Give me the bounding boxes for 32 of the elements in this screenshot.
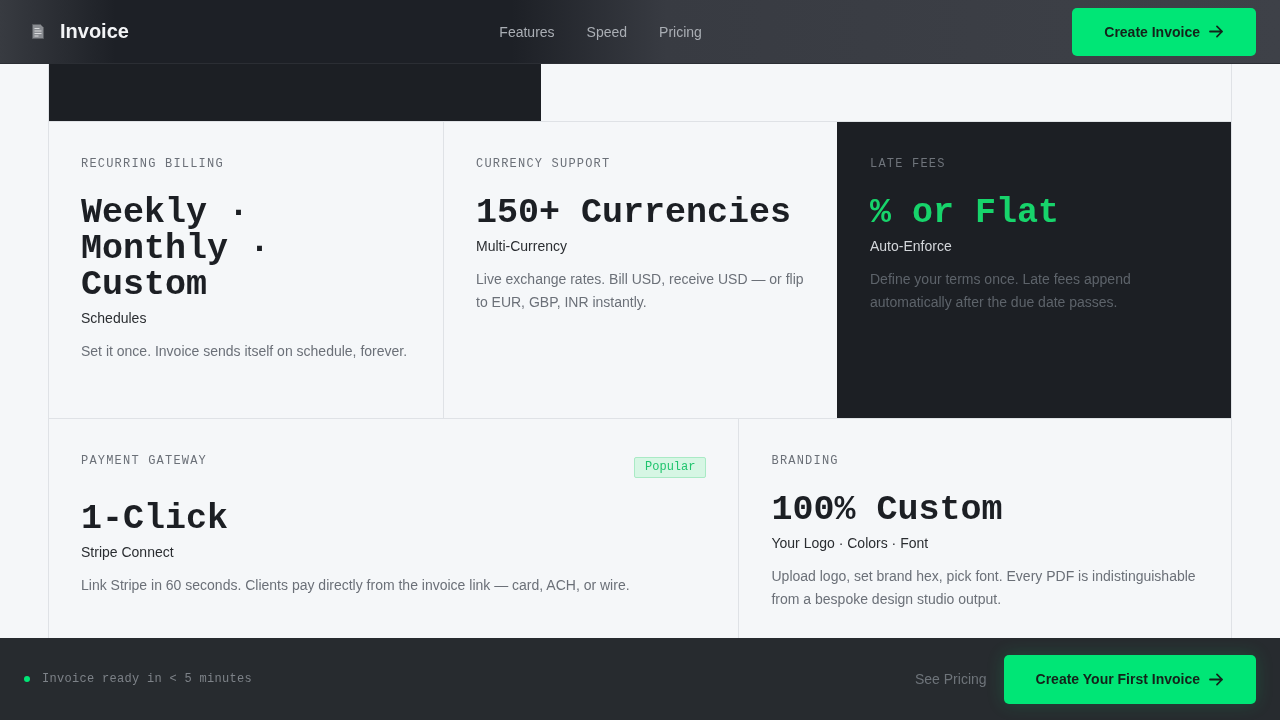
feature-subtitle: Schedules (81, 309, 148, 328)
feature-subtitle: Multi-Currency (476, 237, 568, 256)
nav-link[interactable]: Pricing (659, 23, 702, 40)
feature-description: Set it once. Invoice sends itself on schedule, forever. (81, 342, 409, 361)
feature-title: % or Flat (870, 195, 1061, 231)
feature-description: Live exchange rates. Bill USD, receive USD — or flip to EUR, GBP, INR instantly. (476, 270, 805, 312)
feature-label: CURRENCY SUPPORT (476, 156, 611, 172)
arrow-icon (1209, 25, 1224, 38)
status-dot-icon (24, 676, 30, 682)
tag-badge: Popular (634, 457, 707, 478)
feature-label: RECURRING BILLING (81, 156, 224, 172)
document-icon (32, 24, 44, 39)
feature-description: Define your terms once. Late fees append automatically after the due date passes. (870, 270, 1132, 312)
feature-title: 100% Custom (771, 492, 1004, 528)
feature-label: LATE FEES (870, 156, 946, 172)
feature-label: PAYMENT GATEWAY (81, 453, 208, 469)
status-text: Invoice ready in < 5 minutes (42, 672, 253, 686)
feature-title: 1-Click (81, 501, 230, 537)
feature-description: Link Stripe in 60 seconds. Clients pay directly from the invoice link — card, ACH, or wire. (81, 576, 631, 595)
brand-name[interactable]: Invoice (60, 20, 129, 43)
feature-description: Upload logo, set brand hex, pick font. Every PDF is indistinguishable from a bespoke design studio output. (771, 567, 1197, 609)
create-invoice-button[interactable]: Create Invoice (1072, 7, 1256, 56)
nav-link[interactable]: Features (499, 23, 555, 40)
nav-link[interactable]: Speed (586, 23, 628, 40)
feature-subtitle: Stripe Connect (81, 543, 175, 562)
arrow-icon (1209, 672, 1224, 686)
feature-title: 150+ Currencies (476, 195, 793, 231)
feature-title: Weekly · Monthly · Custom (81, 195, 272, 303)
feature-subtitle: Auto-Enforce (870, 237, 953, 256)
create-first-invoice-button[interactable]: Create Your First Invoice (1003, 654, 1256, 704)
feature-subtitle: Your Logo · Colors · Font (771, 534, 930, 553)
feature-label: BRANDING (771, 453, 839, 469)
